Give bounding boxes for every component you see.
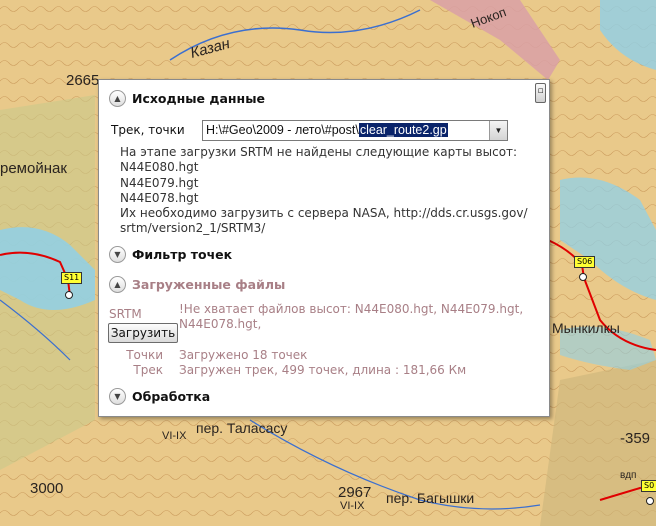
info-line: Их необходимо загрузить с сервера NASA, …	[120, 206, 528, 221]
srtm-info-message: На этапе загрузки SRTM не найдены следую…	[120, 145, 540, 237]
section-filter-header[interactable]: ▼ Фильтр точек	[109, 246, 232, 263]
panel-scroll-handle[interactable]: ▫	[535, 83, 546, 103]
map-label-elevation: 2967	[338, 484, 372, 501]
info-line: srtm/version2_1/SRTM3/	[120, 221, 266, 236]
settings-panel: ▫ ▲ Исходные данные Трек, точки H:\#Geo\…	[98, 79, 550, 417]
map-label-season: VI-IX	[340, 500, 365, 512]
map-label-elevation: 3000	[30, 480, 64, 497]
chevron-down-icon[interactable]: ▼	[109, 246, 126, 263]
waypoint-dot	[646, 497, 654, 505]
track-file-select[interactable]: H:\#Geo\2009 - лето\#post\clear_route2.g…	[202, 120, 508, 141]
waypoint-marker[interactable]: S0	[641, 480, 656, 492]
waypoint-dot	[65, 291, 73, 299]
waypoint-dot	[579, 273, 587, 281]
map-label-elevation: -359	[620, 430, 651, 447]
map-label-pass: пер. Багышки	[386, 490, 475, 506]
map-label-season: VI-IX	[162, 430, 187, 442]
section-processing-header[interactable]: ▼ Обработка	[109, 388, 210, 405]
map-label-pass: пер. Таласасу	[196, 420, 288, 436]
waypoint-marker[interactable]: S11	[61, 272, 83, 284]
chevron-up-icon[interactable]: ▲	[109, 90, 126, 107]
srtm-label: SRTM	[109, 307, 142, 321]
section-source-header[interactable]: ▲ Исходные данные	[109, 90, 265, 107]
track-file-path: H:\#Geo\2009 - лето\#post\	[206, 123, 359, 137]
section-source-title: Исходные данные	[132, 91, 265, 106]
info-line: N44E080.hgt	[120, 160, 199, 175]
waypoint-marker[interactable]: S06	[574, 256, 596, 268]
map-label-place: Мынкилкы	[552, 320, 620, 336]
map-label-elevation: 2665	[66, 72, 100, 89]
track-points-label: Трек, точки	[111, 123, 185, 137]
chevron-up-icon[interactable]: ▲	[109, 276, 126, 293]
section-loaded-header[interactable]: ▲ Загруженные файлы	[109, 276, 285, 293]
info-line: N44E078.hgt	[120, 190, 199, 205]
info-line: N44E079.hgt	[120, 175, 199, 190]
load-button[interactable]: Загрузить	[108, 323, 178, 343]
map-label-place: ремойнак	[0, 160, 67, 177]
track-label: Трек	[133, 363, 163, 377]
section-loaded-title: Загруженные файлы	[132, 277, 286, 292]
section-processing-title: Обработка	[132, 389, 211, 404]
map-label-feature: вдп	[620, 470, 637, 481]
srtm-missing-message: !Не хватает файлов высот: N44E080.hgt, N…	[179, 302, 524, 331]
track-value: Загружен трек, 499 точек, длина : 181,66…	[179, 363, 467, 377]
points-label: Точки	[126, 348, 163, 362]
info-line: На этапе загрузки SRTM не найдены следую…	[120, 145, 518, 159]
track-file-selected: clear_route2.gp	[358, 123, 448, 137]
section-filter-title: Фильтр точек	[132, 247, 233, 262]
chevron-down-icon[interactable]: ▼	[109, 388, 126, 405]
points-value: Загружено 18 точек	[179, 348, 308, 362]
chevron-down-icon[interactable]: ▼	[489, 121, 507, 140]
